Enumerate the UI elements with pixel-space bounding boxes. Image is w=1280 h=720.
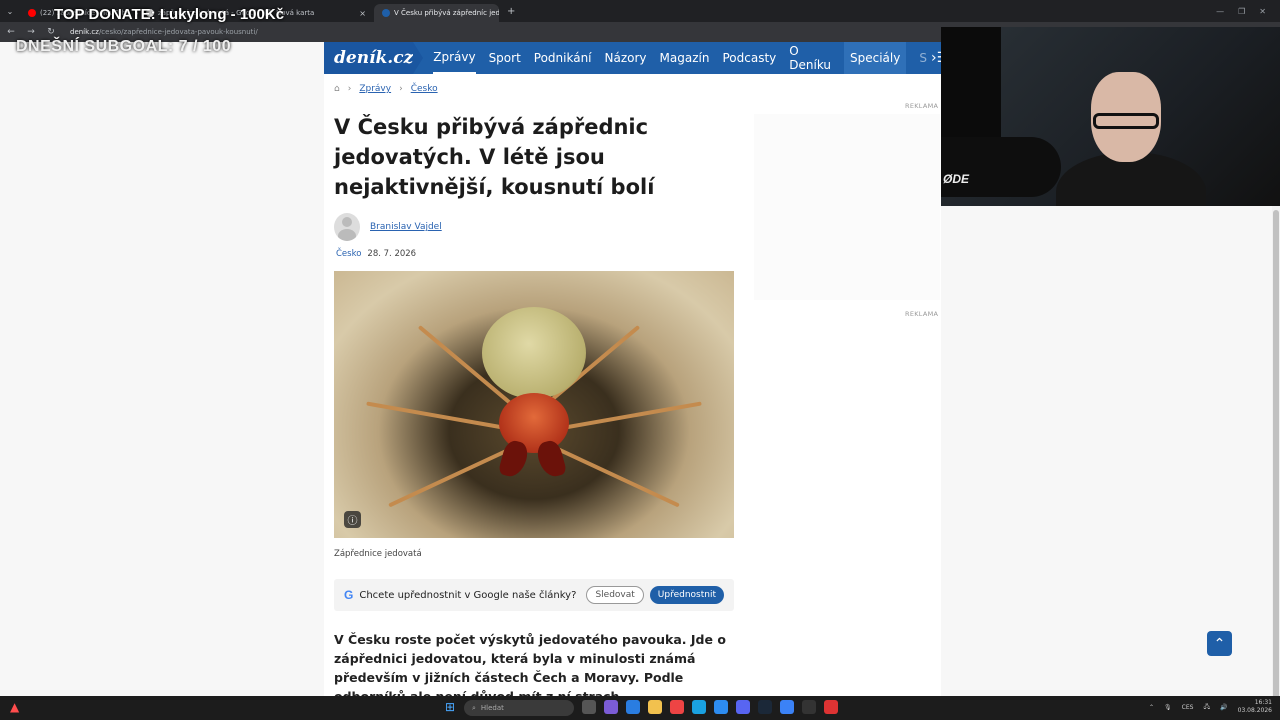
app-icon[interactable] xyxy=(824,700,838,714)
photo-caption: Zápřednice jedovatá xyxy=(334,549,422,559)
follow-button[interactable]: Sledovat xyxy=(586,586,644,604)
search-placeholder: Hledat xyxy=(480,704,504,712)
google-g-icon: G xyxy=(344,588,354,602)
photo-info-icon[interactable]: ⓘ xyxy=(344,511,361,528)
home-icon[interactable]: ⌂ xyxy=(334,84,340,94)
browser-tab-active[interactable]: V Česku přibývá zápředníc jedo × xyxy=(374,4,499,22)
author-block: Branislav Vajdel xyxy=(334,213,442,241)
denik-logo[interactable]: deník.cz xyxy=(324,42,424,74)
search-icon: ⌕ xyxy=(472,703,476,712)
app-icon[interactable] xyxy=(780,700,794,714)
mic-icon[interactable]: 🎙 xyxy=(1164,704,1172,711)
streamer-glasses xyxy=(1093,113,1159,129)
steam-icon[interactable] xyxy=(758,700,772,714)
cam-background-light xyxy=(941,27,1001,147)
article-photo[interactable]: ⓘ xyxy=(334,271,734,538)
nav-item-magazin[interactable]: Magazín xyxy=(660,42,710,74)
site-navigation: deník.cz Zprávy Sport Podnikání Názory M… xyxy=(324,42,949,74)
nav-item-nazory[interactable]: Názory xyxy=(605,42,647,74)
scrollbar-thumb[interactable] xyxy=(1273,210,1279,700)
category-link[interactable]: Česko xyxy=(336,249,361,259)
denik-favicon-icon xyxy=(382,9,390,17)
prefer-button[interactable]: Upřednostnit xyxy=(649,586,724,604)
nav-items: Zprávy Sport Podnikání Názory Magazín Po… xyxy=(433,42,927,74)
ad-label: REKLAMA xyxy=(905,102,939,110)
breadcrumb-zpravy[interactable]: Zprávy xyxy=(359,84,391,94)
article-title: V Česku přibývá zápřednic jedovatých. V … xyxy=(334,115,655,199)
app-icon[interactable] xyxy=(714,700,728,714)
forward-icon[interactable]: → xyxy=(26,27,36,37)
close-window-icon[interactable]: ✕ xyxy=(1259,7,1266,16)
clock-time: 16:31 xyxy=(1254,699,1272,706)
windows-taskbar: ▲ ⊞ ⌕ Hledat ⌃ 🎙 CES 🖧 🔊 16:31 03.08.202… xyxy=(0,696,1280,720)
google-preference-box: G Chcete upřednostnit v Google naše člán… xyxy=(334,579,734,611)
top-donate-overlay: TOP DONATE: Lukylong - 100Kč xyxy=(54,6,285,23)
reload-icon[interactable]: ↻ xyxy=(46,27,56,37)
tab-label: V Česku přibývá zápředníc jedo xyxy=(394,9,499,17)
widgets-icon[interactable] xyxy=(604,700,618,714)
ad-label: REKLAMA xyxy=(905,310,939,318)
spider-fang xyxy=(534,438,568,480)
breadcrumb-separator-icon: › xyxy=(399,84,403,94)
window-controls: — ❐ ✕ xyxy=(1216,7,1280,16)
start-menu-icon[interactable]: ⊞ xyxy=(445,700,455,714)
back-icon[interactable]: ← xyxy=(6,27,16,37)
discord-icon[interactable] xyxy=(736,700,750,714)
author-name-link[interactable]: Branislav Vajdel xyxy=(370,222,442,232)
article-meta: Česko 28. 7. 2026 xyxy=(336,249,416,259)
clock[interactable]: 16:31 03.08.2026 xyxy=(1238,699,1272,715)
taskbar-search[interactable]: ⌕ Hledat xyxy=(464,700,574,716)
google-prompt: Chcete upřednostnit v Google naše články… xyxy=(359,589,577,601)
system-tray: ⌃ 🎙 CES 🖧 🔊 16:31 03.08.2026 xyxy=(1149,699,1272,715)
taskbar-apps xyxy=(582,700,838,714)
maximize-icon[interactable]: ❐ xyxy=(1238,7,1245,16)
volume-icon[interactable]: 🔊 xyxy=(1220,704,1227,711)
nav-item-podnikani[interactable]: Podnikání xyxy=(534,42,592,74)
url-field[interactable]: deník.cz/cesko/zapřednice-jedovata-pavou… xyxy=(70,28,258,36)
nav-item-podcasty[interactable]: Podcasty xyxy=(722,42,776,74)
spider-abdomen xyxy=(482,307,586,399)
obs-icon[interactable] xyxy=(802,700,816,714)
nav-item-specialy[interactable]: Speciály xyxy=(844,42,907,74)
author-avatar[interactable] xyxy=(334,213,360,241)
article-page: deník.cz Zprávy Sport Podnikání Názory M… xyxy=(324,42,949,704)
minimize-icon[interactable]: — xyxy=(1216,7,1224,16)
nav-item-o-deniku[interactable]: O Deníku xyxy=(789,42,831,74)
tray-chevron-icon[interactable]: ⌃ xyxy=(1149,704,1154,711)
language-indicator[interactable]: CES xyxy=(1182,704,1194,711)
edge-icon[interactable] xyxy=(692,700,706,714)
microphone xyxy=(941,137,1061,197)
tab-search-button[interactable]: ⌄ xyxy=(0,7,20,16)
nav-item-sport[interactable]: Sport xyxy=(489,42,521,74)
breadcrumb-separator-icon: › xyxy=(347,84,352,94)
file-explorer-icon[interactable] xyxy=(648,700,662,714)
webcam-feed: ØDE xyxy=(941,27,1280,206)
network-icon[interactable]: 🖧 xyxy=(1203,702,1210,712)
warning-icon[interactable]: ▲ xyxy=(10,700,19,714)
ad-slot[interactable] xyxy=(754,114,940,300)
breadcrumb-cesko[interactable]: Česko xyxy=(411,84,438,94)
task-view-icon[interactable] xyxy=(582,700,596,714)
chrome-icon[interactable] xyxy=(670,700,684,714)
nav-item-cut[interactable]: S xyxy=(919,42,927,74)
tab-close-icon[interactable]: × xyxy=(359,9,366,18)
scroll-to-top-button[interactable]: ⌃ xyxy=(1207,631,1232,656)
publish-date: 28. 7. 2026 xyxy=(367,249,417,259)
youtube-icon xyxy=(28,9,36,17)
breadcrumb: ⌂ › Zprávy › Česko xyxy=(334,84,438,94)
clock-date: 03.08.2026 xyxy=(1237,707,1272,714)
nav-item-zpravy[interactable]: Zprávy xyxy=(433,42,476,74)
new-tab-button[interactable]: + xyxy=(499,6,523,17)
ad-slot[interactable] xyxy=(754,320,940,696)
mic-brand-label: ØDE xyxy=(943,172,970,186)
article-lead: V Česku roste počet výskytů jedovatého p… xyxy=(334,632,726,704)
store-icon[interactable] xyxy=(626,700,640,714)
subgoal-overlay: DNEŠNÍ SUBGOAL: 7 / 100 xyxy=(16,38,232,55)
